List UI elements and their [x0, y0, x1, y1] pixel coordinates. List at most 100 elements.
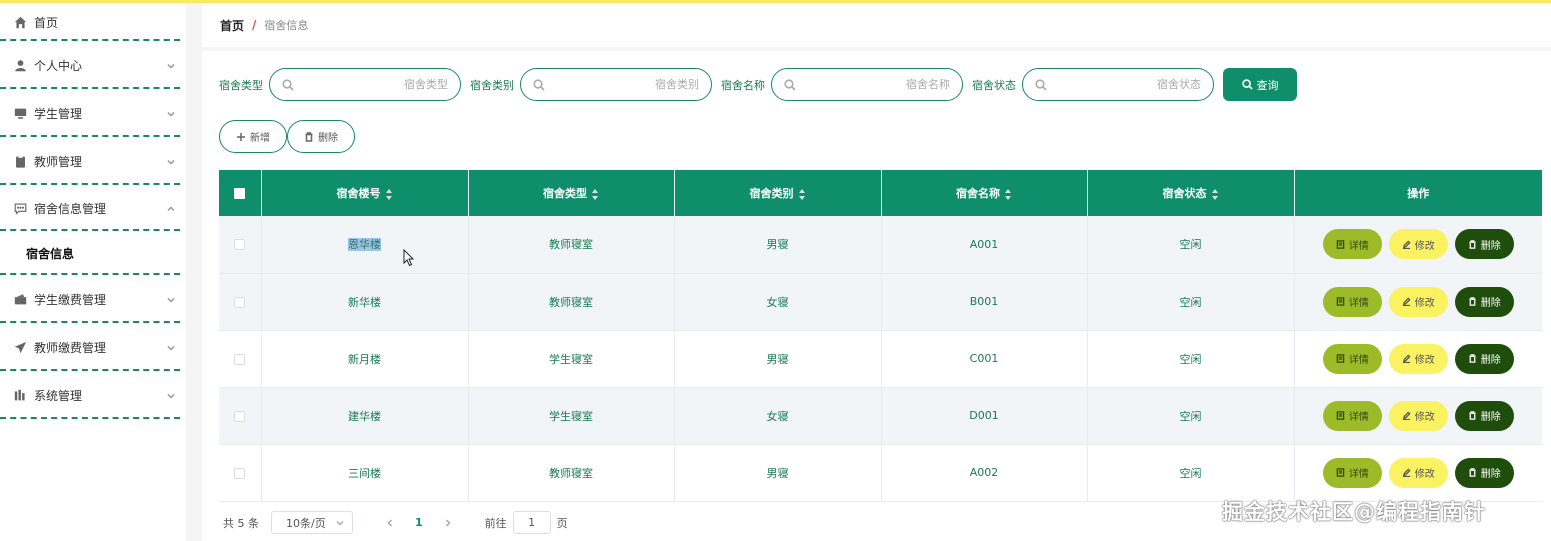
sidebar-item-dorm-info-management[interactable]: 宿舍信息管理: [0, 185, 186, 231]
column-header-status[interactable]: 宿舍状态: [1087, 170, 1295, 216]
column-header-label: 宿舍类别: [749, 187, 794, 200]
edit-button[interactable]: 修改: [1388, 400, 1448, 431]
add-button[interactable]: 新增: [219, 120, 287, 153]
delete-button[interactable]: 删除: [287, 120, 355, 153]
chevron-down-icon: [166, 342, 176, 352]
edit-button[interactable]: 修改: [1388, 457, 1448, 488]
search-field-dorm-status[interactable]: [1022, 68, 1214, 101]
page-number-current[interactable]: 1: [415, 516, 423, 529]
search-field-dorm-type[interactable]: [269, 68, 461, 101]
edit-button-label: 修改: [1414, 469, 1435, 480]
sidebar-item-student-fee-management[interactable]: 学生缴费管理: [0, 275, 186, 323]
edit-button[interactable]: 修改: [1388, 343, 1448, 374]
document-icon: [1336, 411, 1345, 420]
breadcrumb-home[interactable]: 首页: [220, 17, 244, 34]
watermark: 掘金技术社区@编程指南针: [1222, 500, 1486, 524]
search-input-dorm-status[interactable]: [1047, 78, 1201, 91]
column-header-category[interactable]: 宿舍类别: [674, 170, 882, 216]
home-icon: [14, 16, 27, 29]
detail-button[interactable]: 详情: [1322, 286, 1382, 317]
detail-button[interactable]: 详情: [1322, 343, 1382, 374]
sort-icon[interactable]: [798, 188, 806, 200]
sort-icon[interactable]: [1005, 188, 1012, 200]
goto-page-input[interactable]: [512, 511, 551, 534]
chevron-down-icon: [166, 108, 176, 118]
select-all-checkbox[interactable]: [234, 188, 246, 199]
edit-button-label: 修改: [1414, 298, 1435, 309]
user-icon: [14, 59, 27, 72]
page-size-select[interactable]: 10条/页: [271, 511, 353, 534]
detail-button[interactable]: 详情: [1322, 229, 1382, 260]
row-checkbox[interactable]: [234, 467, 246, 479]
detail-button[interactable]: 详情: [1322, 457, 1382, 488]
row-checkbox[interactable]: [234, 239, 246, 251]
sidebar-subitem-label: 宿舍信息: [26, 246, 75, 261]
sort-icon[interactable]: [592, 188, 599, 200]
row-checkbox-cell: [219, 387, 262, 445]
edit-button[interactable]: 修改: [1388, 229, 1448, 260]
row-checkbox[interactable]: [234, 296, 246, 308]
chevron-down-icon: [166, 294, 176, 304]
edit-button-label: 修改: [1414, 412, 1435, 423]
row-delete-button[interactable]: 删除: [1454, 343, 1514, 374]
pencil-icon: [1402, 297, 1411, 306]
trash-icon: [1469, 468, 1476, 477]
chevron-left-icon: [387, 518, 393, 527]
detail-button-label: 详情: [1348, 469, 1369, 480]
search-input-dorm-category[interactable]: [545, 78, 699, 91]
edit-button[interactable]: 修改: [1388, 286, 1448, 317]
monitor-icon: [14, 107, 27, 120]
cell-type: 教师寝室: [468, 444, 675, 502]
table-row: 新月楼 学生寝室 男寝 C001 空闲 详情 修改 删除: [219, 330, 1542, 388]
goto-prefix: 前往: [484, 516, 507, 530]
row-delete-button-label: 删除: [1480, 412, 1501, 423]
next-page-button[interactable]: [443, 518, 453, 528]
select-all-cell: [219, 170, 262, 216]
sidebar-item-system-management[interactable]: 系统管理: [0, 371, 186, 419]
row-checkbox-cell: [219, 444, 262, 502]
query-button[interactable]: 查询: [1223, 68, 1297, 101]
sidebar-subitem-dorm-info[interactable]: 宿舍信息: [0, 231, 186, 275]
row-delete-button[interactable]: 删除: [1454, 457, 1514, 488]
delete-button-label: 删除: [318, 133, 338, 144]
search-field-dorm-category[interactable]: [520, 68, 712, 101]
row-delete-button-label: 删除: [1480, 355, 1501, 366]
pencil-icon: [1402, 240, 1411, 249]
query-button-label: 查询: [1256, 78, 1279, 92]
cell-category: 男寝: [674, 216, 882, 274]
row-delete-button[interactable]: 删除: [1454, 400, 1514, 431]
sidebar-item-teacher-management[interactable]: 教师管理: [0, 137, 186, 185]
row-delete-button[interactable]: 删除: [1454, 286, 1514, 317]
search-input-dorm-name[interactable]: [796, 78, 950, 91]
column-header-type[interactable]: 宿舍类型: [468, 170, 675, 216]
search-label-dorm-status: 宿舍状态: [972, 78, 1016, 92]
cell-status: 空闲: [1087, 273, 1295, 331]
column-header-name[interactable]: 宿舍名称: [881, 170, 1088, 216]
sort-icon[interactable]: [385, 188, 393, 200]
detail-button-label: 详情: [1348, 355, 1369, 366]
column-header-building[interactable]: 宿舍楼号: [261, 170, 469, 216]
chevron-down-icon: [166, 156, 176, 166]
detail-button[interactable]: 详情: [1322, 400, 1382, 431]
pencil-icon: [1402, 411, 1411, 420]
row-checkbox-cell: [219, 330, 262, 388]
sidebar-item-teacher-fee-management[interactable]: 教师缴费管理: [0, 323, 186, 371]
cell-actions: 详情 修改 删除: [1294, 444, 1542, 502]
cell-actions: 详情 修改 删除: [1294, 330, 1542, 388]
search-input-dorm-type[interactable]: [294, 78, 448, 91]
search-icon: [282, 78, 294, 91]
prev-page-button[interactable]: [385, 518, 395, 528]
cell-name: A001: [881, 216, 1088, 274]
cell-actions: 详情 修改 删除: [1294, 387, 1542, 445]
goto-suffix: 页: [556, 516, 568, 530]
chevron-up-icon: [166, 203, 176, 213]
selected-text: 恩华楼: [348, 238, 381, 252]
sidebar-item-student-management[interactable]: 学生管理: [0, 89, 186, 137]
sidebar-item-home[interactable]: 首页: [0, 3, 186, 41]
row-checkbox[interactable]: [234, 410, 246, 422]
search-field-dorm-name[interactable]: [771, 68, 963, 101]
sort-icon[interactable]: [1211, 188, 1219, 200]
row-delete-button[interactable]: 删除: [1454, 229, 1514, 260]
row-checkbox[interactable]: [234, 353, 246, 365]
sidebar-item-personal-center[interactable]: 个人中心: [0, 41, 186, 89]
